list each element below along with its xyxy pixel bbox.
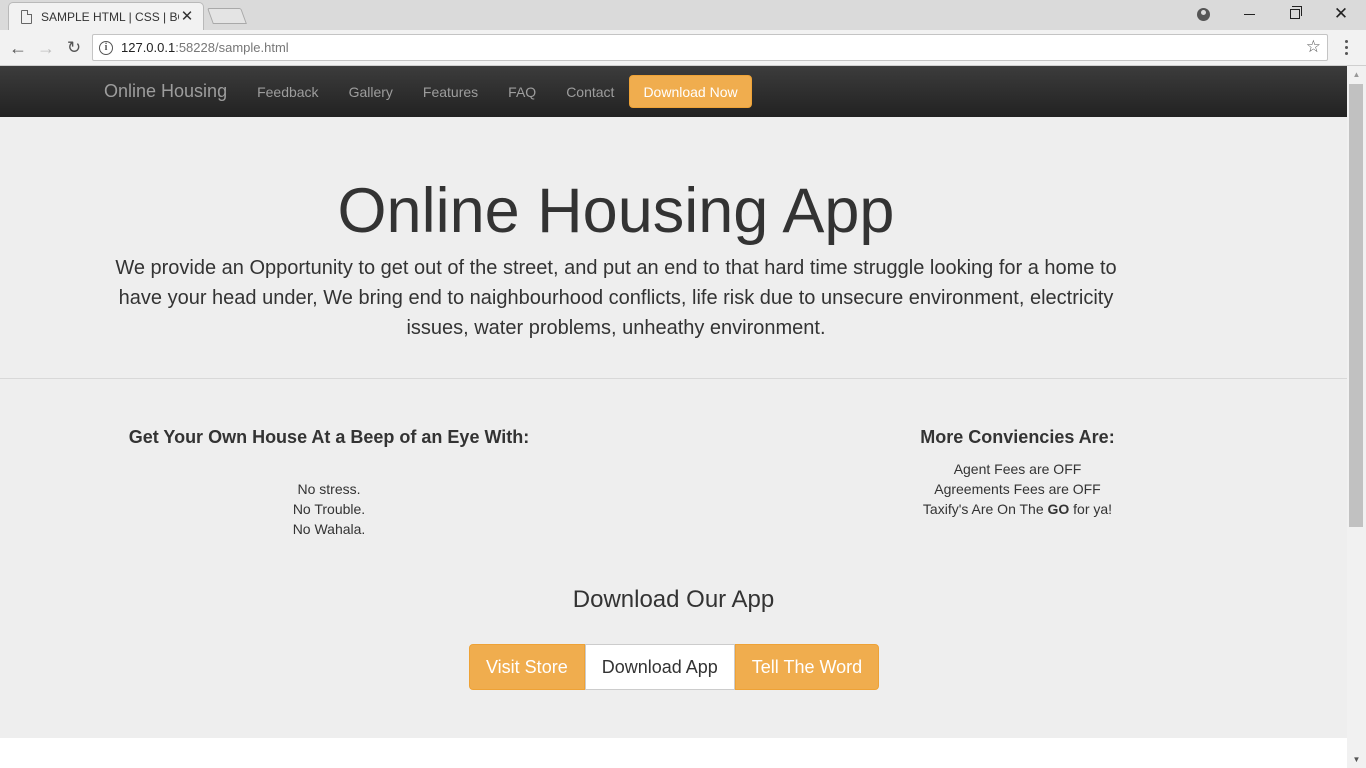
url-text[interactable]: 127.0.0.1:58228/sample.html (121, 40, 289, 55)
back-button[interactable]: ← (5, 35, 31, 61)
page-scrollbar[interactable]: ▲ ▼ (1347, 66, 1366, 768)
hero-text: We provide an Opportunity to get out of … (115, 257, 1117, 339)
new-tab-button[interactable] (207, 8, 247, 24)
close-window-button[interactable]: ✕ (1318, 0, 1364, 28)
tab-close-icon[interactable]: ✕ (179, 8, 195, 25)
features-left-column: Get Your Own House At a Beep of an Eye W… (100, 427, 558, 539)
site-navbar: Online Housing Feedback Gallery Features… (0, 66, 1347, 117)
nav-link-features[interactable]: Features (408, 84, 493, 100)
list-item: Agreements Fees are OFF (934, 481, 1101, 497)
list-item-bold: GO (1047, 501, 1070, 517)
list-item: Taxify's Are On The GO for ya! (860, 499, 1175, 519)
scroll-up-icon[interactable]: ▲ (1347, 66, 1366, 83)
list-item-text: for ya! (1069, 501, 1113, 517)
scrollbar-thumb[interactable] (1349, 84, 1363, 527)
features-left-list: No stress. No Trouble. No Wahala. (100, 479, 558, 539)
info-icon[interactable]: i (99, 40, 113, 55)
features-right-list: Agent Fees are OFF Agreements Fees are O… (860, 459, 1175, 519)
browser-tabstrip: SAMPLE HTML | CSS | BO ✕ ✕ (0, 0, 1366, 30)
restore-icon (1290, 6, 1302, 19)
profile-icon (1196, 7, 1210, 21)
features-left-heading: Get Your Own House At a Beep of an Eye W… (128, 427, 530, 447)
nav-link-faq[interactable]: FAQ (493, 84, 551, 100)
browser-menu-icon[interactable] (1338, 36, 1354, 58)
list-item: No stress. (297, 481, 361, 497)
scroll-down-icon[interactable]: ▼ (1347, 751, 1366, 768)
nav-links: Feedback Gallery Features FAQ Contact (242, 84, 629, 100)
visit-store-button[interactable]: Visit Store (469, 644, 585, 690)
profile-button[interactable] (1180, 0, 1226, 28)
hero-title: Online Housing App (337, 176, 895, 246)
list-item: No Wahala. (292, 521, 366, 537)
nav-link-contact[interactable]: Contact (551, 84, 629, 100)
url-host: 127.0.0.1 (121, 40, 176, 55)
reload-button[interactable]: ↻ (61, 35, 87, 61)
list-item: Agent Fees are OFF (953, 461, 1082, 477)
footer-section (0, 738, 1347, 768)
section-divider (0, 378, 1347, 379)
site-brand[interactable]: Online Housing (104, 81, 227, 102)
download-app-button[interactable]: Download App (584, 644, 735, 690)
download-button-group: Visit Store Download App Tell The Word (469, 644, 880, 690)
tell-the-word-button[interactable]: Tell The Word (734, 644, 880, 690)
page-viewport: Online Housing Feedback Gallery Features… (0, 66, 1347, 768)
download-section-title: Download Our App (572, 586, 775, 613)
bookmark-star-icon[interactable]: ☆ (1306, 37, 1321, 57)
close-icon: ✕ (1333, 4, 1349, 23)
list-item: No Trouble. (292, 501, 366, 517)
browser-toolbar: ← → ↻ i 127.0.0.1:58228/sample.html ☆ (0, 30, 1366, 66)
forward-button[interactable]: → (33, 35, 59, 61)
forward-arrow-icon: → (37, 37, 55, 58)
features-right-heading: More Conviencies Are: (920, 427, 1115, 447)
tab-title: SAMPLE HTML | CSS | BO (41, 9, 179, 24)
list-item-text: Taxify's Are On The (922, 501, 1048, 517)
nav-link-gallery[interactable]: Gallery (334, 84, 408, 100)
nav-link-feedback[interactable]: Feedback (242, 84, 333, 100)
download-now-button[interactable]: Download Now (629, 75, 752, 108)
document-icon (21, 9, 32, 24)
features-right-column: More Conviencies Are: Agent Fees are OFF… (860, 427, 1175, 519)
back-arrow-icon: ← (9, 37, 27, 58)
restore-button[interactable] (1272, 0, 1318, 28)
hero-section: Online Housing App We provide an Opportu… (0, 117, 1347, 379)
browser-tab[interactable]: SAMPLE HTML | CSS | BO ✕ (8, 2, 204, 30)
minimize-button[interactable] (1226, 0, 1272, 28)
reload-icon: ↻ (66, 38, 82, 57)
address-bar[interactable]: i 127.0.0.1:58228/sample.html ☆ (92, 34, 1328, 61)
url-path: :58228/sample.html (175, 40, 289, 55)
minimize-icon (1243, 13, 1255, 15)
